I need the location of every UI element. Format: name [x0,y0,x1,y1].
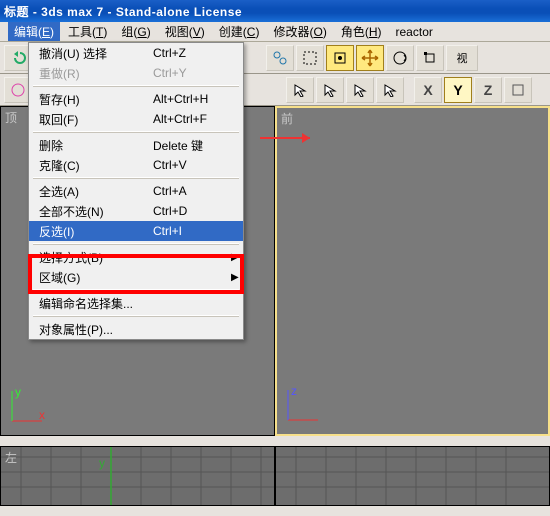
menu-edit[interactable]: 编辑(E) [8,22,60,41]
menu-undo[interactable]: 撤消(U) 选择Ctrl+Z [29,43,243,63]
menu-modifiers[interactable]: 修改器(O) [267,22,332,41]
svg-text:y: y [99,456,105,470]
separator [33,315,239,317]
axis-z[interactable]: Z [474,77,502,103]
menu-select-all[interactable]: 全选(A)Ctrl+A [29,181,243,201]
separator [33,289,239,291]
tool-cursor-3[interactable] [346,77,374,103]
viewport-perspective[interactable] [275,446,550,506]
tool-cursor-4[interactable] [376,77,404,103]
svg-text:y: y [15,386,21,399]
separator [33,177,239,179]
menu-region[interactable]: 区域(G)▶ [29,267,243,287]
menu-hold[interactable]: 暂存(H)Alt+Ctrl+H [29,89,243,109]
menu-tools[interactable]: 工具(T) [62,22,113,41]
grid [276,447,549,505]
menu-select-none[interactable]: 全部不选(N)Ctrl+D [29,201,243,221]
tool-select-region[interactable] [296,45,324,71]
menu-create[interactable]: 创建(C) [213,22,266,41]
tool-cursor-1[interactable] [286,77,314,103]
tool-rotate[interactable] [386,45,414,71]
menu-delete[interactable]: 删除Delete 键 [29,135,243,155]
axis-gizmo: z [283,385,323,428]
annotation-arrow [260,130,320,151]
viewport-label: 前 [281,110,293,127]
titlebar: 标题 - 3ds max 7 - Stand-alone License [0,0,550,22]
separator [33,243,239,245]
menu-view[interactable]: 视图(V) [159,22,211,41]
menu-fetch[interactable]: 取回(F)Alt+Ctrl+F [29,109,243,129]
menubar: 编辑(E) 工具(T) 组(G) 视图(V) 创建(C) 修改器(O) 角色(H… [0,22,550,42]
menu-group[interactable]: 组(G) [115,22,156,41]
tool-scale[interactable] [416,45,444,71]
grid: y [1,447,274,505]
tool-select-object[interactable] [326,45,354,71]
separator [33,85,239,87]
menu-clone[interactable]: 克隆(C)Ctrl+V [29,155,243,175]
axis-y[interactable]: Y [444,77,472,103]
viewport-front[interactable]: 前 z [275,106,550,436]
tool-viewport-toggle[interactable]: 视 [446,45,478,71]
menu-select-invert[interactable]: 反选(I)Ctrl+I [29,221,243,241]
tool-axis-extra[interactable] [504,77,532,103]
viewport-label: 顶 [5,109,17,126]
menu-object-props[interactable]: 对象属性(P)... [29,319,243,339]
edit-dropdown: 撤消(U) 选择Ctrl+Z 重做(R)Ctrl+Y 暂存(H)Alt+Ctrl… [28,42,244,340]
viewport-left[interactable]: 左 y [0,446,275,506]
tool-link[interactable] [266,45,294,71]
axis-x[interactable]: X [414,77,442,103]
svg-text:x: x [39,408,45,422]
menu-character[interactable]: 角色(H) [335,22,388,41]
tool-cursor-2[interactable] [316,77,344,103]
svg-text:z: z [291,385,297,398]
menu-redo: 重做(R)Ctrl+Y [29,63,243,83]
title-text: 标题 - 3ds max 7 - Stand-alone License [4,3,242,20]
menu-select-by[interactable]: 选择方式(B)▶ [29,247,243,267]
menu-edit-named-sel[interactable]: 编辑命名选择集... [29,293,243,313]
tool-move[interactable] [356,45,384,71]
separator [33,131,239,133]
menu-reactor[interactable]: reactor [390,24,439,40]
axis-gizmo: xy [7,386,47,429]
